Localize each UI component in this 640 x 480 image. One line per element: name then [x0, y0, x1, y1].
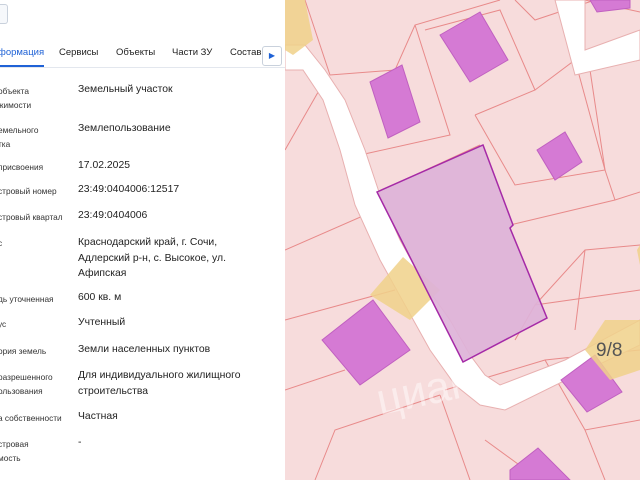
field-value-assignment-date: 17.02.2025 [78, 160, 131, 171]
field-label-area: дь уточненная [0, 294, 54, 304]
tab-services[interactable]: Сервисы [59, 47, 98, 58]
tabs-scroll-right-button[interactable]: ▶ [262, 46, 282, 66]
field-value-object-type: Земельный участок [78, 84, 173, 95]
active-tab-indicator [0, 65, 44, 67]
panel-collapse-handle[interactable] [0, 4, 8, 24]
cadastral-map[interactable]: 9/8 циан [285, 0, 640, 480]
field-label-status: ус [0, 319, 7, 329]
chevron-right-icon: ▶ [268, 51, 276, 60]
tab-composition[interactable]: Состав [230, 47, 261, 58]
field-value-area: 600 кв. м [78, 292, 122, 303]
field-value-land-category: Земли населенных пунктов [78, 344, 211, 355]
field-value-cadastral-quarter: 23:49:0404006 [78, 210, 148, 221]
panel-header [0, 0, 285, 40]
parcel-number-label: 9/8 [596, 340, 622, 361]
field-label-cadastral-quarter: стровый квартал [0, 212, 63, 222]
field-value-address: Краснодарский край, г. Сочи, Адлерский р… [78, 237, 226, 279]
field-label-address: с [0, 238, 3, 248]
tab-objects[interactable]: Объекты [116, 47, 155, 58]
field-value-cadastral-number: 23:49:0404006:12517 [78, 184, 180, 195]
field-label-ownership: а собственности [0, 413, 62, 423]
field-label-permitted-use: разрешенного ользования [0, 372, 53, 396]
field-label-object-type: объекта жимости [0, 86, 32, 110]
field-value-cadastral-value: - [78, 437, 82, 448]
map-canvas[interactable]: 9/8 циан [285, 0, 640, 480]
field-value-parcel-type: Землепользование [78, 123, 171, 134]
field-value-status: Учтенный [78, 317, 126, 328]
tab-bar: формация Сервисы Объекты Части ЗУ Состав [0, 40, 285, 68]
watermark-text: циан [372, 356, 479, 424]
field-label-cadastral-value: стровая мость [0, 439, 29, 463]
field-value-permitted-use: Для индивидуального жилищного строительс… [78, 370, 241, 397]
tab-parcel-parts[interactable]: Части ЗУ [172, 47, 212, 58]
info-panel: формация Сервисы Объекты Части ЗУ Состав… [0, 0, 285, 480]
field-label-land-category: ория земель [0, 346, 47, 356]
tab-information[interactable]: формация [0, 47, 44, 58]
field-label-assignment-date: присвоения [0, 162, 44, 172]
field-label-parcel-type: емельного тка [0, 125, 39, 149]
field-label-cadastral-number: стровый номер [0, 186, 57, 196]
field-value-ownership: Частная [78, 411, 118, 422]
